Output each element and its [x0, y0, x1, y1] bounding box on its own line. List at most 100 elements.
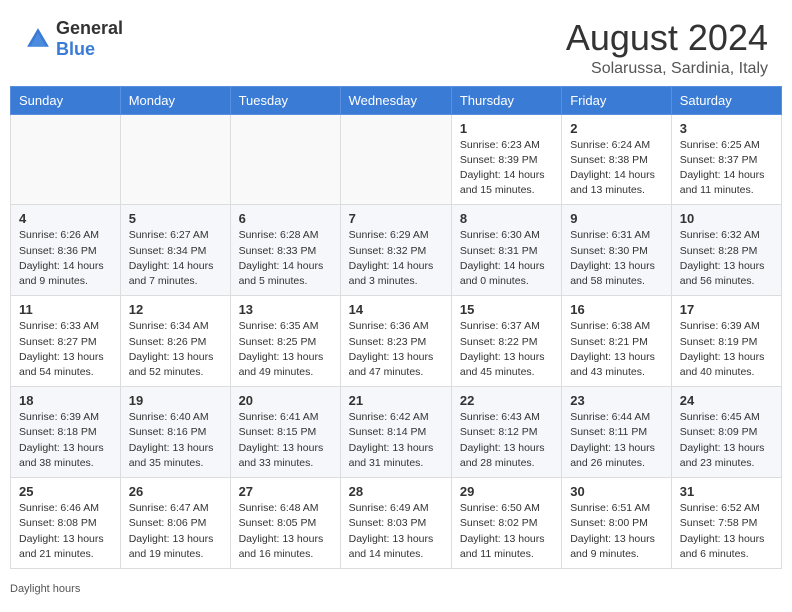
day-cell: 2 Sunrise: 6:24 AM Sunset: 8:38 PM Daylig… [562, 114, 672, 205]
day-number: 10 [680, 211, 773, 226]
day-cell: 30 Sunrise: 6:51 AM Sunset: 8:00 PM Dayli… [562, 478, 672, 569]
day-cell [120, 114, 230, 205]
day-info: Sunrise: 6:46 AM Sunset: 8:08 PM Dayligh… [19, 501, 112, 562]
day-cell: 29 Sunrise: 6:50 AM Sunset: 8:02 PM Dayli… [451, 478, 561, 569]
day-cell: 13 Sunrise: 6:35 AM Sunset: 8:25 PM Dayli… [230, 296, 340, 387]
day-cell: 6 Sunrise: 6:28 AM Sunset: 8:33 PM Daylig… [230, 205, 340, 296]
day-cell: 27 Sunrise: 6:48 AM Sunset: 8:05 PM Dayli… [230, 478, 340, 569]
day-number: 2 [570, 121, 663, 136]
day-cell: 21 Sunrise: 6:42 AM Sunset: 8:14 PM Dayli… [340, 387, 451, 478]
day-info: Sunrise: 6:43 AM Sunset: 8:12 PM Dayligh… [460, 410, 553, 471]
weekday-header-row: SundayMondayTuesdayWednesdayThursdayFrid… [11, 86, 782, 114]
day-number: 28 [349, 484, 443, 499]
logo: General Blue [24, 18, 123, 60]
day-info: Sunrise: 6:50 AM Sunset: 8:02 PM Dayligh… [460, 501, 553, 562]
day-number: 19 [129, 393, 222, 408]
day-number: 8 [460, 211, 553, 226]
week-row-1: 4Sunrise: 6:26 AM Sunset: 8:36 PM Daylig… [11, 205, 782, 296]
weekday-monday: Monday [120, 86, 230, 114]
day-number: 20 [239, 393, 332, 408]
day-info: Sunrise: 6:42 AM Sunset: 8:14 PM Dayligh… [349, 410, 443, 471]
day-number: 18 [19, 393, 112, 408]
day-cell: 11Sunrise: 6:33 AM Sunset: 8:27 PM Dayli… [11, 296, 121, 387]
day-cell: 17Sunrise: 6:39 AM Sunset: 8:19 PM Dayli… [671, 296, 781, 387]
day-info: Sunrise: 6:48 AM Sunset: 8:05 PM Dayligh… [239, 501, 332, 562]
day-info: Sunrise: 6:25 AM Sunset: 8:37 PM Dayligh… [680, 138, 773, 199]
day-info: Sunrise: 6:26 AM Sunset: 8:36 PM Dayligh… [19, 228, 112, 289]
logo-general: General [56, 18, 123, 38]
day-cell: 4Sunrise: 6:26 AM Sunset: 8:36 PM Daylig… [11, 205, 121, 296]
day-info: Sunrise: 6:41 AM Sunset: 8:15 PM Dayligh… [239, 410, 332, 471]
footer-note: Daylight hours [0, 579, 792, 601]
day-info: Sunrise: 6:24 AM Sunset: 8:38 PM Dayligh… [570, 138, 663, 199]
day-info: Sunrise: 6:27 AM Sunset: 8:34 PM Dayligh… [129, 228, 222, 289]
day-cell [340, 114, 451, 205]
weekday-tuesday: Tuesday [230, 86, 340, 114]
day-cell: 26 Sunrise: 6:47 AM Sunset: 8:06 PM Dayli… [120, 478, 230, 569]
day-info: Sunrise: 6:29 AM Sunset: 8:32 PM Dayligh… [349, 228, 443, 289]
location: Solarussa, Sardinia, Italy [566, 60, 768, 78]
day-number: 6 [239, 211, 332, 226]
day-cell: 7 Sunrise: 6:29 AM Sunset: 8:32 PM Daylig… [340, 205, 451, 296]
day-cell: 14 Sunrise: 6:36 AM Sunset: 8:23 PM Dayli… [340, 296, 451, 387]
week-row-4: 25 Sunrise: 6:46 AM Sunset: 8:08 PM Dayli… [11, 478, 782, 569]
day-cell: 24 Sunrise: 6:45 AM Sunset: 8:09 PM Dayli… [671, 387, 781, 478]
day-info: Sunrise: 6:30 AM Sunset: 8:31 PM Dayligh… [460, 228, 553, 289]
day-info: Sunrise: 6:23 AM Sunset: 8:39 PM Dayligh… [460, 138, 553, 199]
day-cell: 12Sunrise: 6:34 AM Sunset: 8:26 PM Dayli… [120, 296, 230, 387]
day-number: 14 [349, 302, 443, 317]
day-info: Sunrise: 6:45 AM Sunset: 8:09 PM Dayligh… [680, 410, 773, 471]
day-info: Sunrise: 6:44 AM Sunset: 8:11 PM Dayligh… [570, 410, 663, 471]
day-cell: 9 Sunrise: 6:31 AM Sunset: 8:30 PM Daylig… [562, 205, 672, 296]
day-number: 25 [19, 484, 112, 499]
day-number: 30 [570, 484, 663, 499]
day-info: Sunrise: 6:28 AM Sunset: 8:33 PM Dayligh… [239, 228, 332, 289]
day-number: 24 [680, 393, 773, 408]
day-cell: 1 Sunrise: 6:23 AM Sunset: 8:39 PM Daylig… [451, 114, 561, 205]
day-cell: 20 Sunrise: 6:41 AM Sunset: 8:15 PM Dayli… [230, 387, 340, 478]
day-cell: 8 Sunrise: 6:30 AM Sunset: 8:31 PM Daylig… [451, 205, 561, 296]
day-number: 1 [460, 121, 553, 136]
day-cell: 18 Sunrise: 6:39 AM Sunset: 8:18 PM Dayli… [11, 387, 121, 478]
weekday-friday: Friday [562, 86, 672, 114]
day-number: 5 [129, 211, 222, 226]
day-cell: 25 Sunrise: 6:46 AM Sunset: 8:08 PM Dayli… [11, 478, 121, 569]
week-row-3: 18 Sunrise: 6:39 AM Sunset: 8:18 PM Dayli… [11, 387, 782, 478]
day-number: 29 [460, 484, 553, 499]
day-info: Sunrise: 6:39 AM Sunset: 8:18 PM Dayligh… [19, 410, 112, 471]
day-info: Sunrise: 6:52 AM Sunset: 7:58 PM Dayligh… [680, 501, 773, 562]
logo-icon [24, 25, 52, 53]
day-number: 11 [19, 302, 112, 317]
day-number: 12 [129, 302, 222, 317]
day-number: 17 [680, 302, 773, 317]
day-info: Sunrise: 6:38 AM Sunset: 8:21 PM Dayligh… [570, 319, 663, 380]
day-number: 13 [239, 302, 332, 317]
weekday-sunday: Sunday [11, 86, 121, 114]
day-cell [230, 114, 340, 205]
day-number: 15 [460, 302, 553, 317]
day-info: Sunrise: 6:32 AM Sunset: 8:28 PM Dayligh… [680, 228, 773, 289]
day-number: 23 [570, 393, 663, 408]
day-info: Sunrise: 6:47 AM Sunset: 8:06 PM Dayligh… [129, 501, 222, 562]
day-cell: 28 Sunrise: 6:49 AM Sunset: 8:03 PM Dayli… [340, 478, 451, 569]
day-number: 27 [239, 484, 332, 499]
day-info: Sunrise: 6:36 AM Sunset: 8:23 PM Dayligh… [349, 319, 443, 380]
day-cell: 10 Sunrise: 6:32 AM Sunset: 8:28 PM Dayli… [671, 205, 781, 296]
week-row-2: 11Sunrise: 6:33 AM Sunset: 8:27 PM Dayli… [11, 296, 782, 387]
day-number: 7 [349, 211, 443, 226]
day-cell: 19 Sunrise: 6:40 AM Sunset: 8:16 PM Dayli… [120, 387, 230, 478]
day-info: Sunrise: 6:40 AM Sunset: 8:16 PM Dayligh… [129, 410, 222, 471]
day-info: Sunrise: 6:49 AM Sunset: 8:03 PM Dayligh… [349, 501, 443, 562]
day-number: 26 [129, 484, 222, 499]
month-year: August 2024 [566, 18, 768, 58]
day-number: 9 [570, 211, 663, 226]
day-number: 3 [680, 121, 773, 136]
day-info: Sunrise: 6:31 AM Sunset: 8:30 PM Dayligh… [570, 228, 663, 289]
day-cell: 31Sunrise: 6:52 AM Sunset: 7:58 PM Dayli… [671, 478, 781, 569]
weekday-wednesday: Wednesday [340, 86, 451, 114]
day-number: 22 [460, 393, 553, 408]
week-row-0: 1 Sunrise: 6:23 AM Sunset: 8:39 PM Daylig… [11, 114, 782, 205]
day-number: 21 [349, 393, 443, 408]
day-info: Sunrise: 6:35 AM Sunset: 8:25 PM Dayligh… [239, 319, 332, 380]
day-info: Sunrise: 6:51 AM Sunset: 8:00 PM Dayligh… [570, 501, 663, 562]
